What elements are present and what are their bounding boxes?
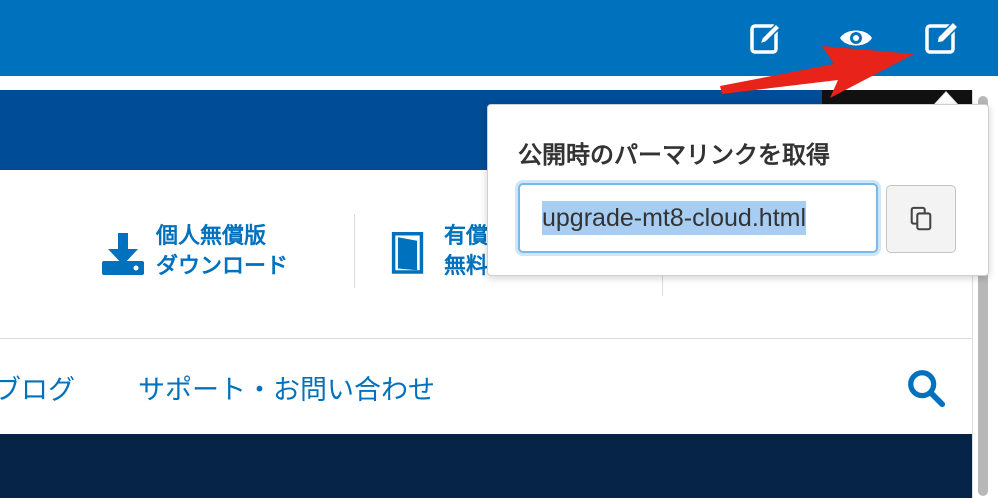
search-icon: [908, 370, 946, 408]
door-icon: [388, 227, 434, 277]
trial-line1: 有償: [444, 224, 489, 249]
copy-button[interactable]: [886, 185, 956, 253]
download-line2: ダウンロード: [156, 254, 289, 279]
download-link[interactable]: 個人無償版 ダウンロード: [100, 222, 288, 282]
nav-item-blog[interactable]: ブログ: [0, 368, 75, 407]
copy-icon: [910, 206, 932, 231]
header-divider: [354, 214, 355, 288]
trial-line2: 無料: [444, 254, 489, 279]
annotation-arrow: [720, 46, 914, 98]
trial-link[interactable]: 有償 無料: [388, 222, 488, 282]
download-icon: [100, 227, 146, 277]
popover-title: 公開時のパーマリンクを取得: [518, 141, 830, 169]
nav-item-support[interactable]: サポート・お問い合わせ: [138, 368, 435, 407]
search-button[interactable]: [904, 366, 948, 410]
content-dark-band: [0, 434, 972, 498]
external-edit-icon: [925, 20, 960, 54]
permalink-url-value: upgrade-mt8-cloud.html: [542, 201, 807, 235]
permalink-popover: 公開時のパーマリンクを取得 upgrade-mt8-cloud.html: [487, 104, 989, 276]
permalink-url-field[interactable]: upgrade-mt8-cloud.html: [518, 183, 878, 253]
permalink-button[interactable]: [922, 18, 962, 58]
download-line1: 個人無償版: [156, 224, 267, 249]
